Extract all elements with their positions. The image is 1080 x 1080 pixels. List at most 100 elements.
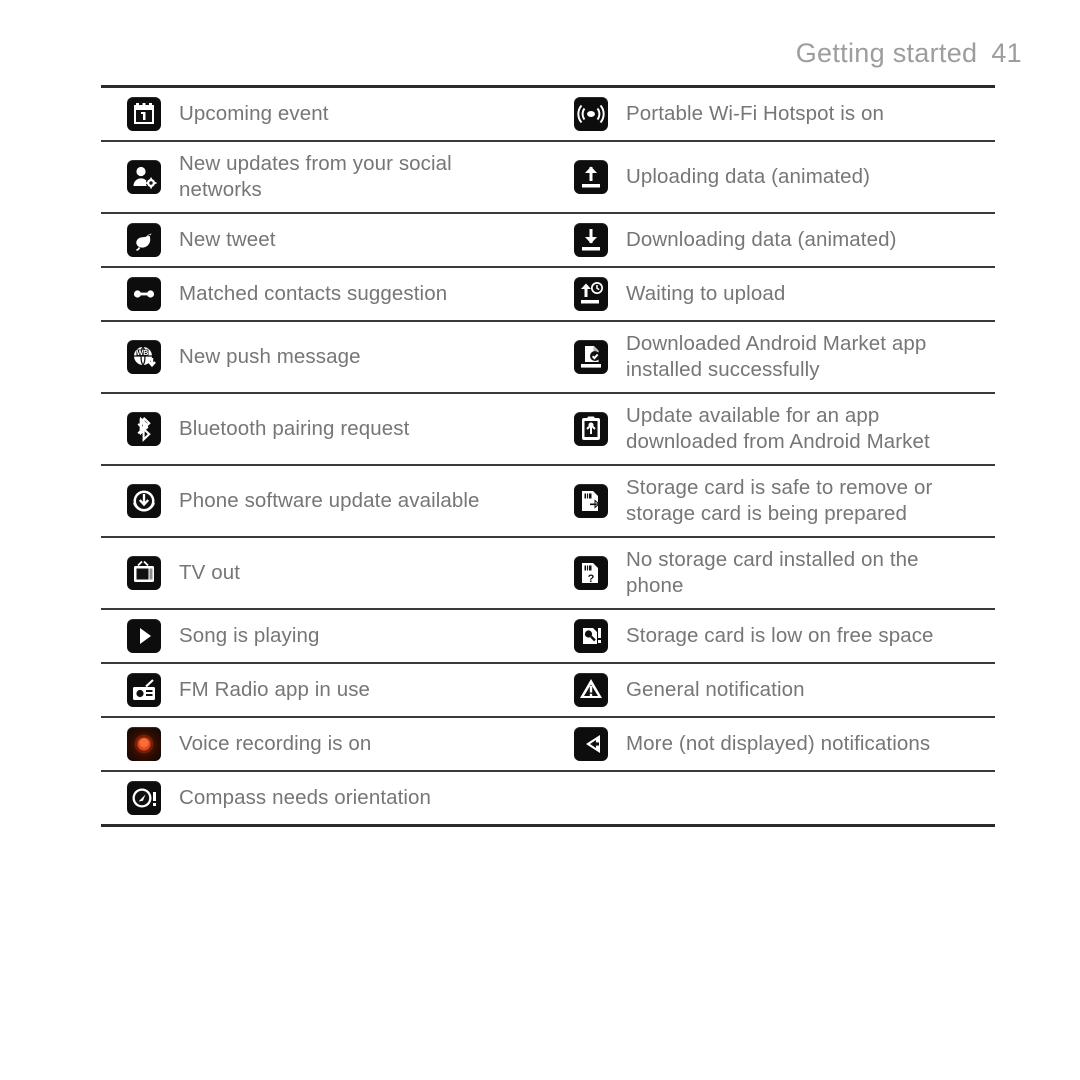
table-row: Compass needs orientation (101, 772, 995, 824)
tv-out-icon-wrapper (127, 556, 161, 590)
no-storage-card-icon-wrapper: ? (574, 556, 608, 590)
calendar-icon (127, 97, 161, 131)
table-row: Matched contacts suggestion Waiting to up… (101, 268, 995, 322)
table-row: Upcoming event Portable Wi-Fi Hotspot is … (101, 88, 995, 142)
notification-entry-right: ? No storage card installed on the phone (548, 538, 995, 608)
general-notification-icon-wrapper (574, 673, 608, 707)
twitter-bird-icon-wrapper (127, 223, 161, 257)
software-update-icon-wrapper (127, 484, 161, 518)
table-body: Upcoming event Portable Wi-Fi Hotspot is … (101, 88, 995, 824)
fm-radio-icon (127, 673, 161, 707)
empty-cell (548, 772, 995, 824)
table-row: Bluetooth pairing request Update availabl… (101, 394, 995, 466)
storage-low-space-icon (574, 619, 608, 653)
notification-entry-right: More (not displayed) notifications (548, 718, 995, 770)
notification-icons-table: Upcoming event Portable Wi-Fi Hotspot is … (101, 85, 995, 827)
notification-entry-left: New tweet (101, 214, 548, 266)
svg-text:?: ? (588, 573, 595, 585)
download-data-icon-wrapper (574, 223, 608, 257)
manual-page: Getting started 41 Upcoming event Portabl… (0, 0, 1080, 1080)
table-row: Voice recording is on More (not displayed… (101, 718, 995, 772)
notification-entry-right: Storage card is low on free space (548, 610, 995, 662)
no-storage-card-icon: ? (574, 556, 608, 590)
notification-label: Waiting to upload (626, 282, 786, 305)
notification-label: Upcoming event (179, 102, 329, 125)
notification-entry-right: Storage card is safe to remove or storag… (548, 466, 995, 536)
storage-safe-remove-icon-wrapper (574, 484, 608, 518)
calendar-icon-wrapper (127, 97, 161, 131)
notification-entry-right: Downloaded Android Market app installed … (548, 322, 995, 392)
notification-entry-left: TV out (101, 538, 548, 608)
general-notification-icon (574, 673, 608, 707)
notification-label: Portable Wi-Fi Hotspot is on (626, 102, 884, 125)
voice-recording-icon (127, 727, 161, 761)
notification-entry-right: Downloading data (animated) (548, 214, 995, 266)
notification-label: FM Radio app in use (179, 678, 371, 701)
notification-label: Compass needs orientation (179, 786, 432, 809)
notification-entry-left: WB New push message (101, 322, 548, 392)
push-message-icon: WB (127, 340, 161, 374)
notification-label: Voice recording is on (179, 732, 372, 755)
notification-label: New tweet (179, 228, 276, 251)
software-update-icon (127, 484, 161, 518)
page-header: Getting started 41 (796, 38, 1022, 69)
notification-entry-left: Phone software update available (101, 466, 548, 536)
notification-entry-left: Matched contacts suggestion (101, 268, 548, 320)
notification-label: Downloaded Android Market app installed … (626, 332, 927, 381)
notification-entry-right: Waiting to upload (548, 268, 995, 320)
table-row: New tweet Downloading data (animated) (101, 214, 995, 268)
notification-label: New updates from your social networks (179, 152, 452, 201)
music-playing-icon (127, 619, 161, 653)
notification-label: TV out (179, 561, 240, 584)
notification-entry-left: Song is playing (101, 610, 548, 662)
notification-label: No storage card installed on the phone (626, 548, 919, 597)
notification-entry-right: Update available for an app downloaded f… (548, 394, 995, 464)
table-row: FM Radio app in use General notification (101, 664, 995, 718)
notification-entry-left: Bluetooth pairing request (101, 394, 548, 464)
notification-entry-right: General notification (548, 664, 995, 716)
more-notifications-icon-wrapper (574, 727, 608, 761)
bluetooth-icon (127, 412, 161, 446)
push-message-icon-wrapper: WB (127, 340, 161, 374)
table-row: New updates from your social networks Upl… (101, 142, 995, 214)
download-data-icon (574, 223, 608, 257)
compass-icon-wrapper (127, 781, 161, 815)
table-row: WB New push message Downloaded Android Mar… (101, 322, 995, 394)
social-updates-icon-wrapper (127, 160, 161, 194)
matched-contacts-icon (127, 277, 161, 311)
notification-label: Phone software update available (179, 489, 480, 512)
notification-label: General notification (626, 678, 805, 701)
storage-safe-remove-icon (574, 484, 608, 518)
waiting-upload-icon-wrapper (574, 277, 608, 311)
notification-label: More (not displayed) notifications (626, 732, 931, 755)
market-installed-icon-wrapper (574, 340, 608, 374)
notification-entry-left: Upcoming event (101, 88, 548, 140)
notification-label: Storage card is safe to remove or storag… (626, 476, 933, 525)
upload-data-icon (574, 160, 608, 194)
notification-label: Song is playing (179, 624, 320, 647)
page-number: 41 (991, 38, 1022, 68)
twitter-bird-icon (127, 223, 161, 257)
music-playing-icon-wrapper (127, 619, 161, 653)
storage-low-space-icon-wrapper (574, 619, 608, 653)
wifi-hotspot-icon-wrapper (574, 97, 608, 131)
social-updates-icon (127, 160, 161, 194)
voice-recording-icon-wrapper (127, 727, 161, 761)
market-update-icon-wrapper (574, 412, 608, 446)
notification-entry-left: FM Radio app in use (101, 664, 548, 716)
notification-label: Update available for an app downloaded f… (626, 404, 930, 453)
table-bottom-rule (101, 824, 995, 827)
tv-out-icon (127, 556, 161, 590)
notification-label: Matched contacts suggestion (179, 282, 448, 305)
notification-label: Bluetooth pairing request (179, 417, 410, 440)
table-row: Song is playing Storage card is low on fr… (101, 610, 995, 664)
notification-label: Storage card is low on free space (626, 624, 934, 647)
notification-label: Uploading data (animated) (626, 165, 871, 188)
wifi-hotspot-icon (574, 97, 608, 131)
notification-label: New push message (179, 345, 361, 368)
more-notifications-icon (574, 727, 608, 761)
market-update-icon (574, 412, 608, 446)
matched-contacts-icon-wrapper (127, 277, 161, 311)
bluetooth-icon-wrapper (127, 412, 161, 446)
notification-label: Downloading data (animated) (626, 228, 897, 251)
